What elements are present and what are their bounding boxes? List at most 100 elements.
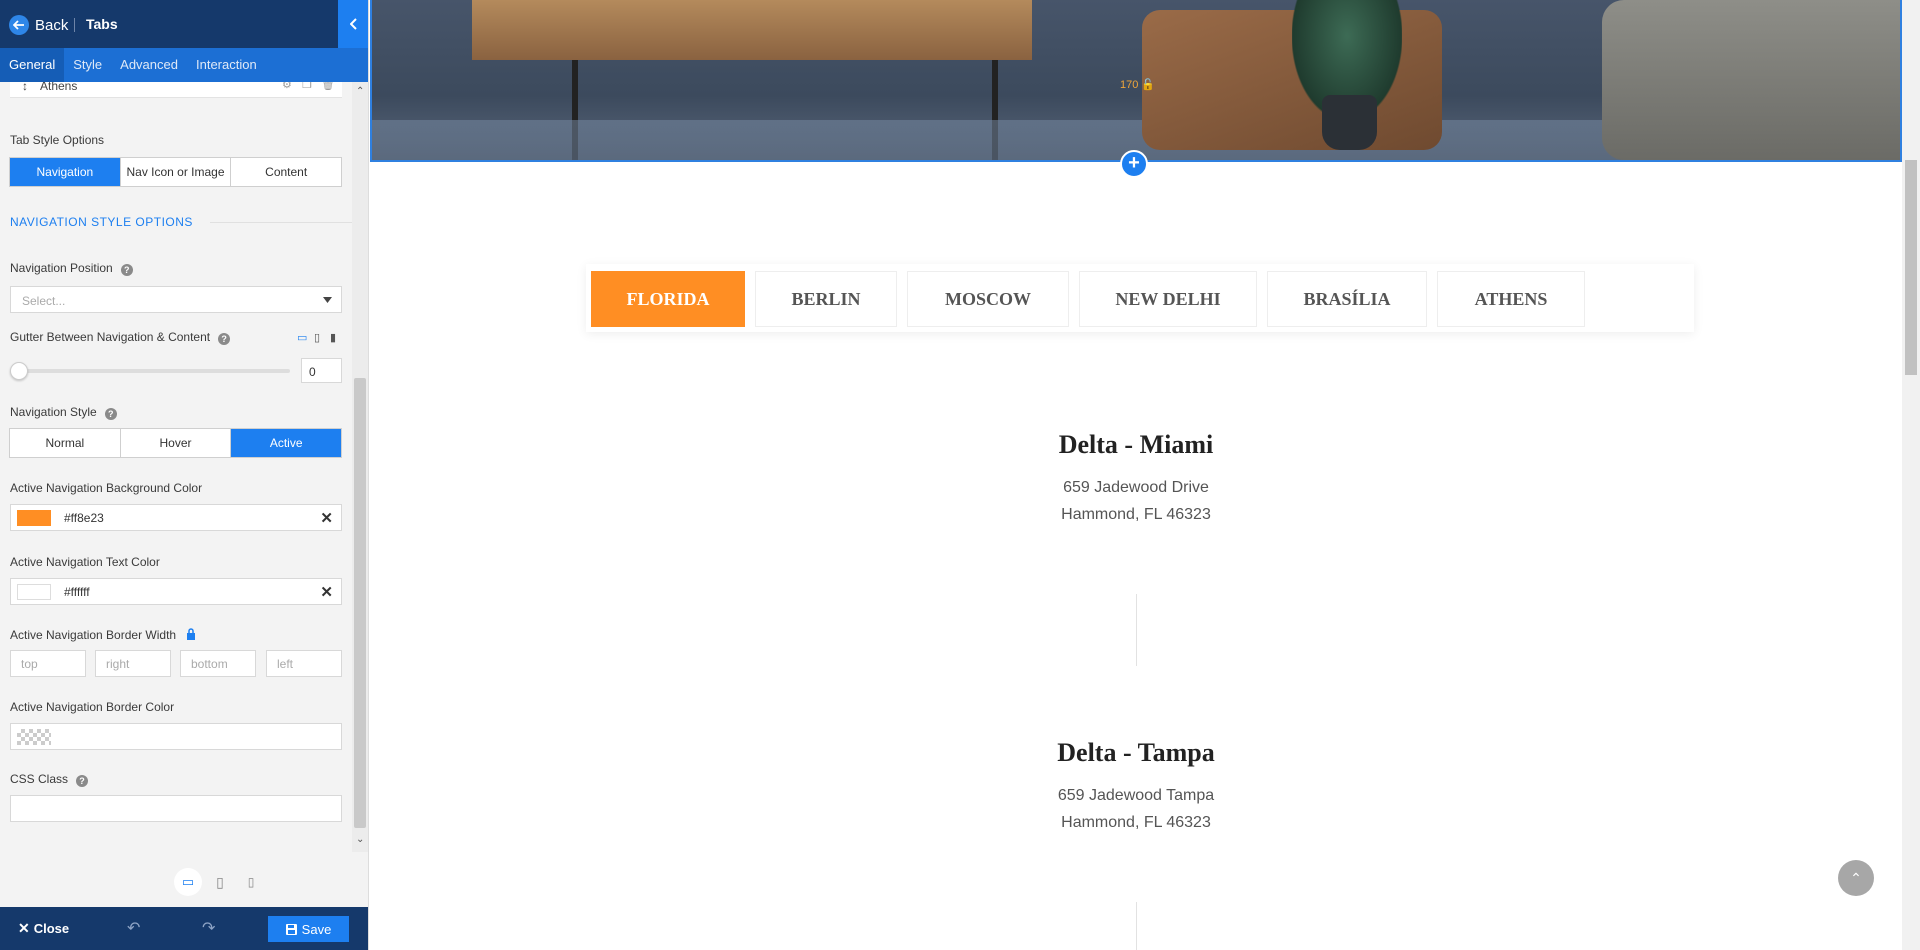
desktop-preview-icon[interactable]: ▭ [174, 868, 202, 896]
page-scrollbar[interactable] [1902, 0, 1920, 950]
active-border-color-field[interactable] [10, 723, 342, 750]
help-icon[interactable]: ? [120, 264, 133, 276]
hero-image-section[interactable]: 170 🔓 [370, 0, 1902, 162]
undo-icon[interactable]: ↶ [127, 918, 140, 938]
help-icon[interactable]: ? [76, 775, 89, 787]
drag-handle-icon[interactable]: ↕ [22, 82, 28, 93]
navigation-position-text: Navigation Position [10, 261, 113, 275]
tab-new-delhi[interactable]: NEW DELHI [1079, 271, 1257, 327]
tab-brasilia[interactable]: BRASÍLIA [1267, 271, 1427, 327]
close-button[interactable]: ✕ Close [18, 920, 69, 937]
panel-title: Tabs [86, 16, 118, 32]
option-content[interactable]: Content [231, 158, 341, 186]
location-address-line: 659 Jadewood Drive [1063, 479, 1209, 496]
active-border-width-label: Active Navigation Border Width [10, 628, 196, 642]
scroll-to-top-button[interactable]: ⌃ [1838, 860, 1874, 896]
tab-advanced[interactable]: Advanced [111, 48, 187, 82]
option-navigation[interactable]: Navigation [10, 158, 121, 186]
transparent-swatch[interactable] [17, 729, 51, 745]
active-text-color-field[interactable]: #ffffff ✕ [10, 578, 342, 605]
state-hover[interactable]: Hover [121, 429, 232, 457]
location-title: Delta - Tampa [1057, 738, 1215, 767]
clear-icon[interactable]: ✕ [320, 583, 333, 601]
tab-item-label: Athens [40, 82, 78, 93]
active-bg-color-field[interactable]: #ff8e23 ✕ [10, 504, 342, 531]
location-address-line: Hammond, FL 46323 [1061, 814, 1211, 831]
gutter-label-text: Gutter Between Navigation & Content [10, 330, 211, 344]
settings-sidebar: Back Tabs General Style Advanced Interac… [0, 0, 369, 950]
city-tabs-navigation: FLORIDA BERLIN MOSCOW NEW DELHI BRASÍLIA… [586, 264, 1694, 332]
caret-down-icon [323, 297, 332, 303]
trash-icon[interactable]: 🗑 [321, 82, 335, 91]
border-left-input[interactable] [266, 650, 342, 677]
tablet-preview-icon[interactable]: ▯ [206, 868, 234, 896]
header-divider [74, 18, 75, 32]
border-bottom-input[interactable] [180, 650, 256, 677]
css-class-text: CSS Class [10, 772, 69, 786]
sidebar-scrollbar[interactable]: ⌃ ⌄ [352, 82, 368, 852]
clear-icon[interactable]: ✕ [320, 509, 333, 527]
gutter-label: Gutter Between Navigation & Content? [10, 330, 231, 345]
css-class-input[interactable] [10, 795, 342, 822]
vertical-divider [1136, 902, 1137, 950]
location-address-line: Hammond, FL 46323 [1061, 506, 1211, 523]
help-icon[interactable]: ? [104, 408, 117, 420]
sidebar-footer: ✕ Close ↶ ↷ Save [0, 907, 368, 950]
tablet-icon[interactable]: ▯ [314, 331, 320, 344]
active-text-color-label: Active Navigation Text Color [10, 555, 160, 569]
chevron-up-icon: ⌃ [1850, 870, 1862, 886]
unlock-icon[interactable]: 🔓 [1141, 79, 1155, 91]
tab-moscow[interactable]: MOSCOW [907, 271, 1069, 327]
state-active[interactable]: Active [231, 429, 342, 457]
add-section-button[interactable]: + [1120, 150, 1148, 178]
color-swatch[interactable] [17, 510, 51, 526]
mobile-preview-icon[interactable]: ▯ [237, 868, 265, 896]
scroll-down-icon[interactable]: ⌄ [356, 835, 364, 845]
gutter-value-input[interactable]: 0 [301, 358, 342, 383]
chevron-left-icon [349, 18, 357, 30]
gutter-slider-track[interactable] [18, 369, 290, 373]
tab-interaction[interactable]: Interaction [187, 48, 266, 82]
scrollbar-thumb[interactable] [354, 378, 366, 828]
border-right-input[interactable] [95, 650, 171, 677]
tab-berlin[interactable]: BERLIN [755, 271, 897, 327]
tab-style-options-label: Tab Style Options [10, 133, 105, 147]
scrollbar-thumb[interactable] [1905, 160, 1917, 375]
vertical-divider [1136, 594, 1137, 666]
tab-athens[interactable]: ATHENS [1437, 271, 1585, 327]
option-nav-icon-image[interactable]: Nav Icon or Image [121, 158, 232, 186]
lock-icon[interactable] [186, 628, 196, 640]
desktop-icon[interactable]: ▭ [297, 331, 307, 344]
copy-icon[interactable]: ❐ [302, 82, 312, 91]
location-title: Delta - Miami [1058, 430, 1214, 459]
color-value: #ffffff [64, 585, 90, 599]
sidebar-scroll-area: ↕ Athens ⚙ ❐ 🗑 Tab Style Options Navigat… [0, 82, 368, 852]
color-swatch[interactable] [17, 584, 51, 600]
tab-florida[interactable]: FLORIDA [591, 271, 745, 327]
scroll-up-icon[interactable]: ⌃ [356, 87, 364, 97]
redo-icon[interactable]: ↷ [202, 918, 215, 938]
back-label: Back [35, 16, 69, 34]
active-bg-color-label: Active Navigation Background Color [10, 481, 203, 495]
section-divider [210, 222, 352, 223]
gear-icon[interactable]: ⚙ [282, 82, 292, 91]
collapse-sidebar-button[interactable] [338, 0, 368, 48]
section-height-badge: 170 🔓 [1120, 78, 1155, 91]
help-icon[interactable]: ? [218, 333, 231, 345]
gutter-slider-handle[interactable] [10, 362, 28, 380]
gutter-value: 0 [309, 365, 316, 379]
hero-armchair [1602, 0, 1900, 160]
back-button[interactable]: Back [9, 15, 68, 35]
sidebar-header: Back Tabs [0, 0, 368, 48]
save-button[interactable]: Save [268, 916, 349, 942]
border-top-input[interactable] [10, 650, 86, 677]
section-heading: NAVIGATION STYLE OPTIONS [10, 215, 193, 229]
close-label: Close [33, 921, 70, 936]
location-address-line: 659 Jadewood Tampa [1057, 787, 1215, 804]
tab-general[interactable]: General [0, 48, 65, 82]
state-normal[interactable]: Normal [10, 429, 121, 457]
mobile-icon[interactable]: ▮ [330, 331, 336, 344]
tab-style[interactable]: Style [64, 48, 111, 82]
tab-item-row[interactable]: ↕ Athens ⚙ ❐ 🗑 [10, 82, 342, 98]
navigation-position-select[interactable]: Select... [10, 286, 342, 313]
